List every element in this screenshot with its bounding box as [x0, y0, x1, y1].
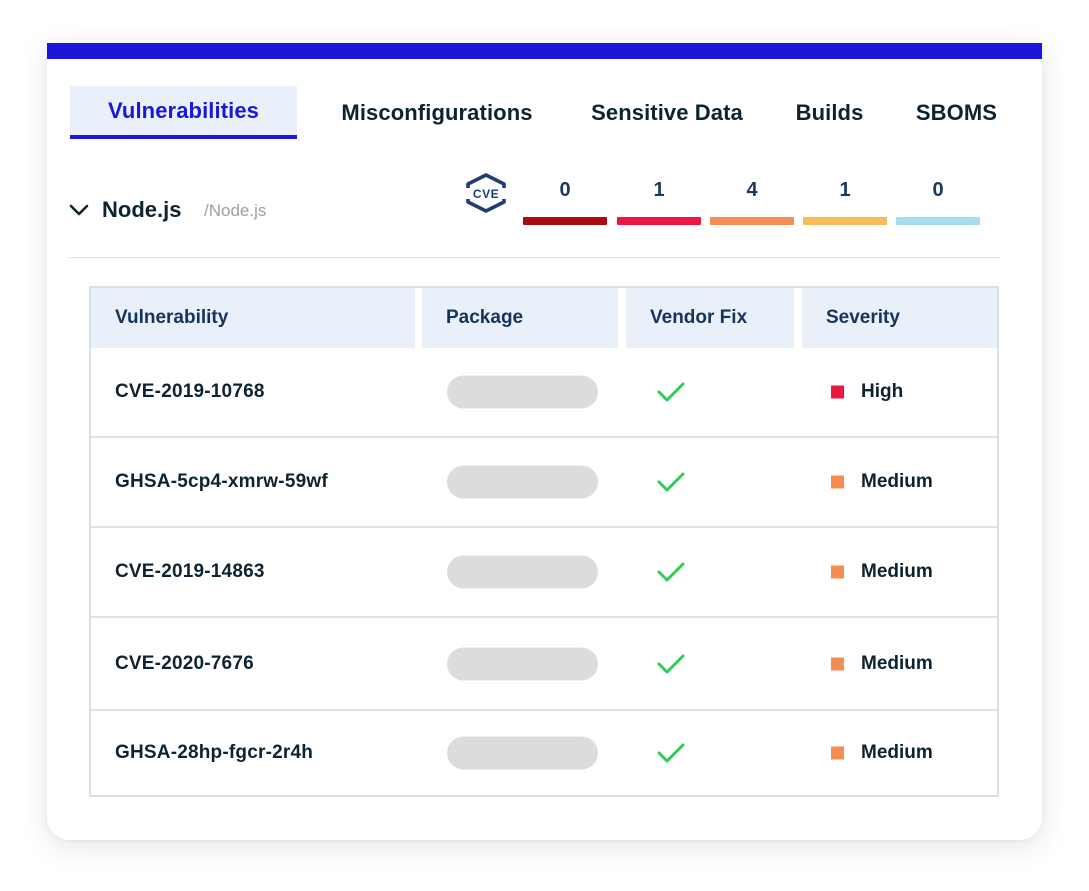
tab-sboms[interactable]: SBOMS — [909, 86, 1004, 139]
severity-high-summary: 1 — [617, 179, 701, 227]
checkmark-icon — [657, 382, 685, 402]
project-name[interactable]: Node.js — [102, 197, 181, 223]
checkmark-icon — [657, 743, 685, 763]
column-header-vendor-fix[interactable]: Vendor Fix — [626, 288, 794, 348]
package-placeholder — [447, 555, 598, 589]
table-row[interactable]: GHSA-28hp-fgcr-2r4h Medium — [91, 709, 997, 795]
vulnerability-id[interactable]: GHSA-28hp-fgcr-2r4h — [115, 742, 313, 764]
severity-negligible-bar — [896, 217, 980, 225]
project-path: /Node.js — [204, 201, 267, 220]
vulnerability-id[interactable]: CVE-2019-14863 — [115, 561, 265, 583]
package-placeholder — [447, 647, 598, 680]
severity-medium-count: 4 — [746, 179, 758, 201]
tab-vulnerabilities[interactable]: Vulnerabilities — [70, 86, 297, 139]
severity-indicator — [831, 746, 844, 760]
vulnerability-id[interactable]: CVE-2019-10768 — [115, 381, 265, 403]
severity-critical-summary: 0 — [523, 179, 607, 227]
severity-negligible-count: 0 — [932, 179, 944, 201]
checkmark-icon — [657, 654, 685, 673]
vulnerability-id[interactable]: CVE-2020-7676 — [115, 653, 254, 675]
severity-indicator — [831, 657, 844, 670]
severity-label: Medium — [861, 742, 933, 763]
tab-builds[interactable]: Builds — [792, 86, 867, 139]
column-header-package[interactable]: Package — [422, 288, 618, 348]
svg-text:CVE: CVE — [473, 187, 499, 201]
cve-shield-icon: CVE — [464, 173, 508, 213]
severity-high-bar — [617, 217, 701, 225]
severity-critical-count: 0 — [559, 179, 571, 201]
severity-low-summary: 1 — [803, 179, 887, 227]
chevron-down-icon[interactable] — [69, 203, 89, 217]
package-placeholder — [447, 465, 598, 499]
severity-label: Medium — [861, 561, 933, 582]
severity-critical-bar — [523, 217, 607, 225]
severity-indicator — [831, 385, 844, 399]
column-header-vulnerability[interactable]: Vulnerability — [91, 288, 415, 348]
severity-negligible-summary: 0 — [896, 179, 980, 227]
severity-high-count: 1 — [653, 179, 665, 201]
package-placeholder — [447, 736, 598, 770]
severity-indicator — [831, 475, 844, 489]
severity-label: High — [861, 381, 904, 402]
severity-label: Medium — [861, 471, 933, 492]
severity-medium-bar — [710, 217, 794, 225]
table-row[interactable]: CVE-2019-10768 High — [91, 348, 997, 436]
severity-low-count: 1 — [839, 179, 851, 201]
scan-results-card: Vulnerabilities Misconfigurations Sensit… — [47, 43, 1042, 840]
severity-label: Medium — [861, 652, 933, 674]
package-placeholder — [447, 375, 598, 409]
severity-medium-summary: 4 — [710, 179, 794, 227]
table-row[interactable]: CVE-2019-14863 Medium — [91, 526, 997, 616]
severity-indicator — [831, 565, 844, 579]
table-row[interactable]: GHSA-5cp4-xmrw-59wf Medium — [91, 436, 997, 526]
accent-bar — [47, 43, 1042, 59]
column-header-severity[interactable]: Severity — [802, 288, 997, 348]
table-row[interactable]: CVE-2020-7676 Medium — [91, 616, 997, 709]
tab-sensitive-data[interactable]: Sensitive Data — [582, 86, 752, 139]
checkmark-icon — [657, 562, 685, 582]
section-divider — [69, 257, 1000, 258]
severity-low-bar — [803, 217, 887, 225]
vulnerability-id[interactable]: GHSA-5cp4-xmrw-59wf — [115, 471, 328, 493]
vulnerability-table: Vulnerability Package Vendor Fix Severit… — [89, 286, 999, 797]
tab-misconfigurations[interactable]: Misconfigurations — [332, 86, 542, 139]
checkmark-icon — [657, 472, 685, 492]
